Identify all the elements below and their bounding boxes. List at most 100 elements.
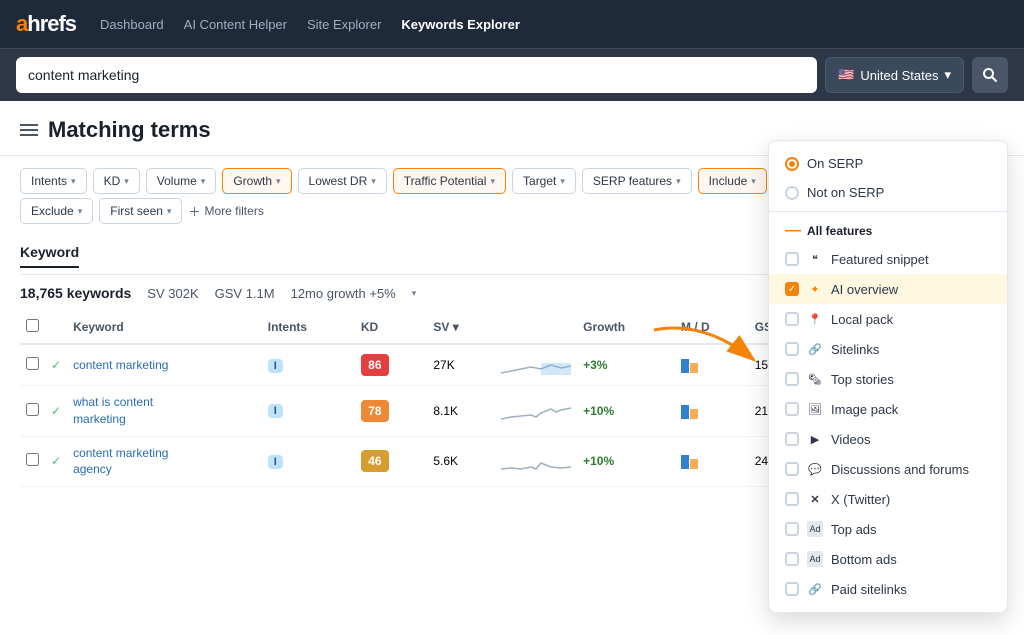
discussions-checkbox [785,462,799,476]
bottom-ads-icon: Ad [807,551,823,567]
search-input-wrapper[interactable]: content marketing [16,57,817,93]
top-stories-icon: 🗞 [807,371,823,387]
keyword-link[interactable]: what is contentmarketing [73,395,153,426]
keyword-cell: what is contentmarketing [67,386,262,437]
discussions-label: Discussions and forums [831,462,969,477]
keyword-link[interactable]: content marketing [73,358,168,372]
chevron-down-icon: ▾ [201,176,206,187]
twitter-icon: ✕ [807,491,823,507]
sitelinks-option[interactable]: 🔗 Sitelinks [769,334,1007,364]
local-pack-option[interactable]: 📍 Local pack [769,304,1007,334]
growth-cell: +10% [577,436,675,487]
menu-icon[interactable] [20,124,38,136]
chevron-down-icon: ▾ [944,67,951,83]
filter-volume[interactable]: Volume ▾ [146,168,217,194]
not-on-serp-label: Not on SERP [807,185,884,200]
row-checkbox[interactable] [26,403,39,416]
keywords-count: 18,765 keywords [20,285,131,301]
ai-overview-option[interactable]: ✦ AI overview [769,274,1007,304]
nav-links: Dashboard AI Content Helper Site Explore… [100,17,1008,32]
filter-kd[interactable]: KD ▾ [93,168,140,194]
country-selector[interactable]: 🇺🇸 United States ▾ [825,57,964,93]
sitelinks-checkbox [785,342,799,356]
row-checkbox-cell [20,436,45,487]
nav-site-explorer[interactable]: Site Explorer [307,17,381,32]
row-checkbox[interactable] [26,357,39,370]
top-navigation: ahrefs Dashboard AI Content Helper Site … [0,0,1024,48]
filter-include[interactable]: Include ▾ [698,168,767,194]
filter-target[interactable]: Target ▾ [512,168,576,194]
chevron-down-icon: ▾ [676,176,681,187]
nav-ai-content[interactable]: AI Content Helper [184,17,287,32]
local-pack-icon: 📍 [807,311,823,327]
col-growth: Growth [577,311,675,344]
row-checkbox-cell [20,386,45,437]
discussions-forums-option[interactable]: 💬 Discussions and forums [769,454,1007,484]
col-intents: Intents [262,311,355,344]
top-ads-label: Top ads [831,522,877,537]
featured-snippet-label: Featured snippet [831,252,929,267]
all-features-label: — All features [769,216,1007,244]
sparkline-chart [501,399,571,423]
videos-checkbox [785,432,799,446]
row-check-cell: ✓ [45,386,67,437]
ai-overview-label: AI overview [831,282,898,297]
intents-cell: I [262,344,355,386]
keyword-link[interactable]: content marketingagency [73,446,168,477]
filter-exclude[interactable]: Exclude ▾ [20,198,93,224]
paid-sitelinks-label: Paid sitelinks [831,582,907,597]
image-pack-icon: 🖼 [807,401,823,417]
kd-cell: 78 [355,386,428,437]
paid-sitelinks-checkbox [785,582,799,596]
top-ads-option[interactable]: Ad Top ads [769,514,1007,544]
serp-on-serp-option[interactable]: On SERP [769,149,1007,178]
paid-sitelinks-icon: 🔗 [807,581,823,597]
filter-intents[interactable]: Intents ▾ [20,168,87,194]
nav-keywords-explorer[interactable]: Keywords Explorer [401,17,520,32]
filter-serp-features[interactable]: SERP features ▾ [582,168,692,194]
md-cell [675,344,749,386]
filter-first-seen[interactable]: First seen ▾ [99,198,182,224]
bottom-ads-option[interactable]: Ad Bottom ads [769,544,1007,574]
chevron-down-icon: ▾ [276,176,281,187]
videos-icon: ▶ [807,431,823,447]
on-serp-label: On SERP [807,156,863,171]
serp-not-on-serp-option[interactable]: Not on SERP [769,178,1007,207]
country-label: United States [860,68,938,83]
keywords-tab[interactable]: Keyword [20,244,79,268]
chevron-down-icon: ▾ [751,176,756,187]
videos-option[interactable]: ▶ Videos [769,424,1007,454]
paid-sitelinks-option[interactable]: 🔗 Paid sitelinks [769,574,1007,604]
image-pack-option[interactable]: 🖼 Image pack [769,394,1007,424]
sv-cell: 5.6K [427,436,495,487]
featured-snippet-icon: ❝ [807,251,823,267]
radio-not-on-serp [785,186,799,200]
chevron-down-icon: ▾ [71,176,76,187]
search-bar: content marketing 🇺🇸 United States ▾ [0,48,1024,101]
col-md: M / D [675,311,749,344]
growth-stat: 12mo growth +5% [291,286,396,301]
sparkline-cell [495,436,577,487]
row-checkbox[interactable] [26,453,39,466]
filter-growth[interactable]: Growth ▾ [222,168,291,194]
sitelinks-icon: 🔗 [807,341,823,357]
more-filters-button[interactable]: ＋ More filters [188,203,263,220]
nav-dashboard[interactable]: Dashboard [100,17,164,32]
search-button[interactable] [972,57,1008,93]
search-input[interactable]: content marketing [28,67,805,83]
growth-cell: +3% [577,344,675,386]
radio-on-serp [785,157,799,171]
twitter-option[interactable]: ✕ X (Twitter) [769,484,1007,514]
sparkline-chart [501,353,571,377]
orange-bar-icon: — [785,222,801,240]
featured-snippet-option[interactable]: ❝ Featured snippet [769,244,1007,274]
page-content: Matching terms Intents ▾ KD ▾ Volume ▾ G… [0,101,1024,635]
select-all-checkbox[interactable] [26,319,39,332]
filter-lowest-dr[interactable]: Lowest DR ▾ [298,168,387,194]
chevron-down-icon: ▾ [78,206,83,217]
logo[interactable]: ahrefs [16,11,76,37]
filter-traffic-potential[interactable]: Traffic Potential ▾ [393,168,506,194]
top-stories-option[interactable]: 🗞 Top stories [769,364,1007,394]
videos-label: Videos [831,432,871,447]
chevron-down-icon: ▾ [560,176,565,187]
